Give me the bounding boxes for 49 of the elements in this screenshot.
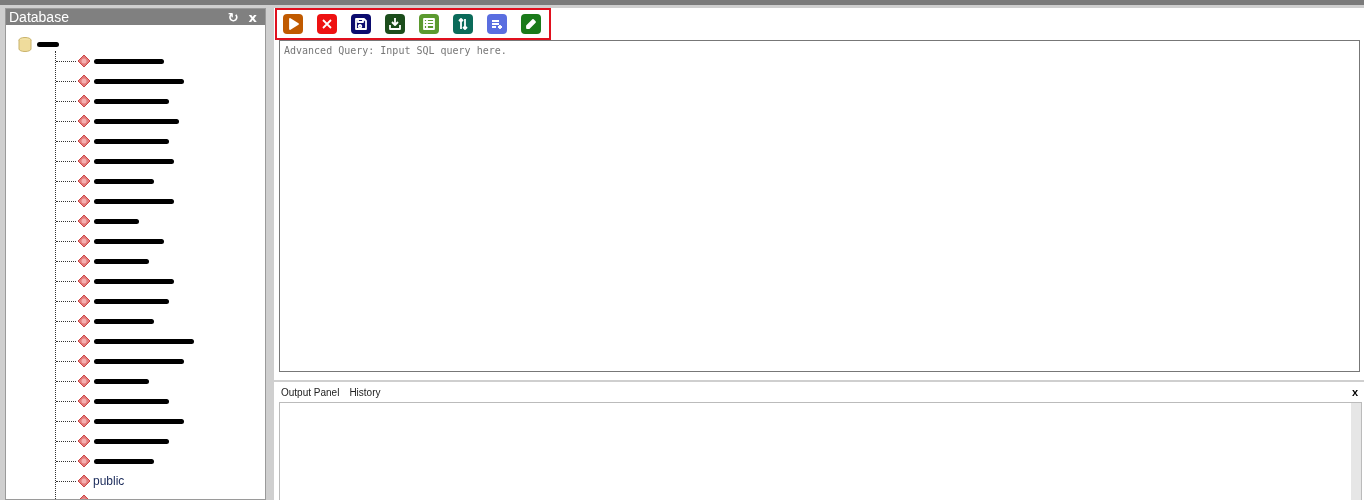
schema-icon (77, 54, 91, 68)
query-field[interactable]: Advanced Query: Input SQL query here. (279, 40, 1360, 372)
stop-button[interactable] (317, 14, 337, 34)
redaction-mark (94, 58, 164, 64)
schema-icon (77, 474, 91, 488)
schema-icon (77, 134, 91, 148)
schema-icon (77, 194, 91, 208)
schema-icon (77, 254, 91, 268)
schema-icon (77, 234, 91, 248)
schema-icon (77, 294, 91, 308)
schema-icon (77, 314, 91, 328)
schema-icon (77, 414, 91, 428)
schema-icon (77, 394, 91, 408)
schema-icon (77, 454, 91, 468)
sort-button[interactable] (453, 14, 473, 34)
refresh-button[interactable]: ↻ (227, 9, 239, 25)
edit-button[interactable] (521, 14, 541, 34)
panel-tab[interactable]: Output Panel (279, 386, 342, 398)
schema-icon (77, 174, 91, 188)
panel-title: Database (9, 9, 70, 25)
schema-icon (77, 214, 91, 228)
panel-tab[interactable]: History (347, 386, 383, 398)
tree-item[interactable]: public (93, 474, 125, 488)
redaction-mark (94, 178, 154, 184)
close-button[interactable]: x (1347, 386, 1362, 398)
redaction-mark (94, 318, 154, 324)
schema-icon (77, 154, 91, 168)
scrollbar[interactable] (1351, 403, 1361, 500)
redaction-mark (94, 378, 149, 384)
schema-icon (77, 354, 91, 368)
schema-icon (77, 374, 91, 388)
redaction-mark (94, 218, 139, 224)
redaction-mark (94, 238, 164, 244)
schema-icon (77, 94, 91, 108)
add-list-button[interactable] (487, 14, 507, 34)
redaction-mark (94, 258, 149, 264)
schema-icon (77, 434, 91, 448)
schema-icon (77, 114, 91, 128)
redaction-mark (37, 41, 59, 47)
schema-icon (77, 74, 91, 88)
redaction-mark (94, 458, 154, 464)
schema-icon (77, 334, 91, 348)
run-button[interactable] (283, 14, 303, 34)
database-icon (18, 36, 32, 52)
download-button[interactable] (385, 14, 405, 34)
save-button[interactable] (351, 14, 371, 34)
close-button[interactable]: x (248, 9, 257, 25)
schema-icon (77, 274, 91, 288)
table-button[interactable] (419, 14, 439, 34)
